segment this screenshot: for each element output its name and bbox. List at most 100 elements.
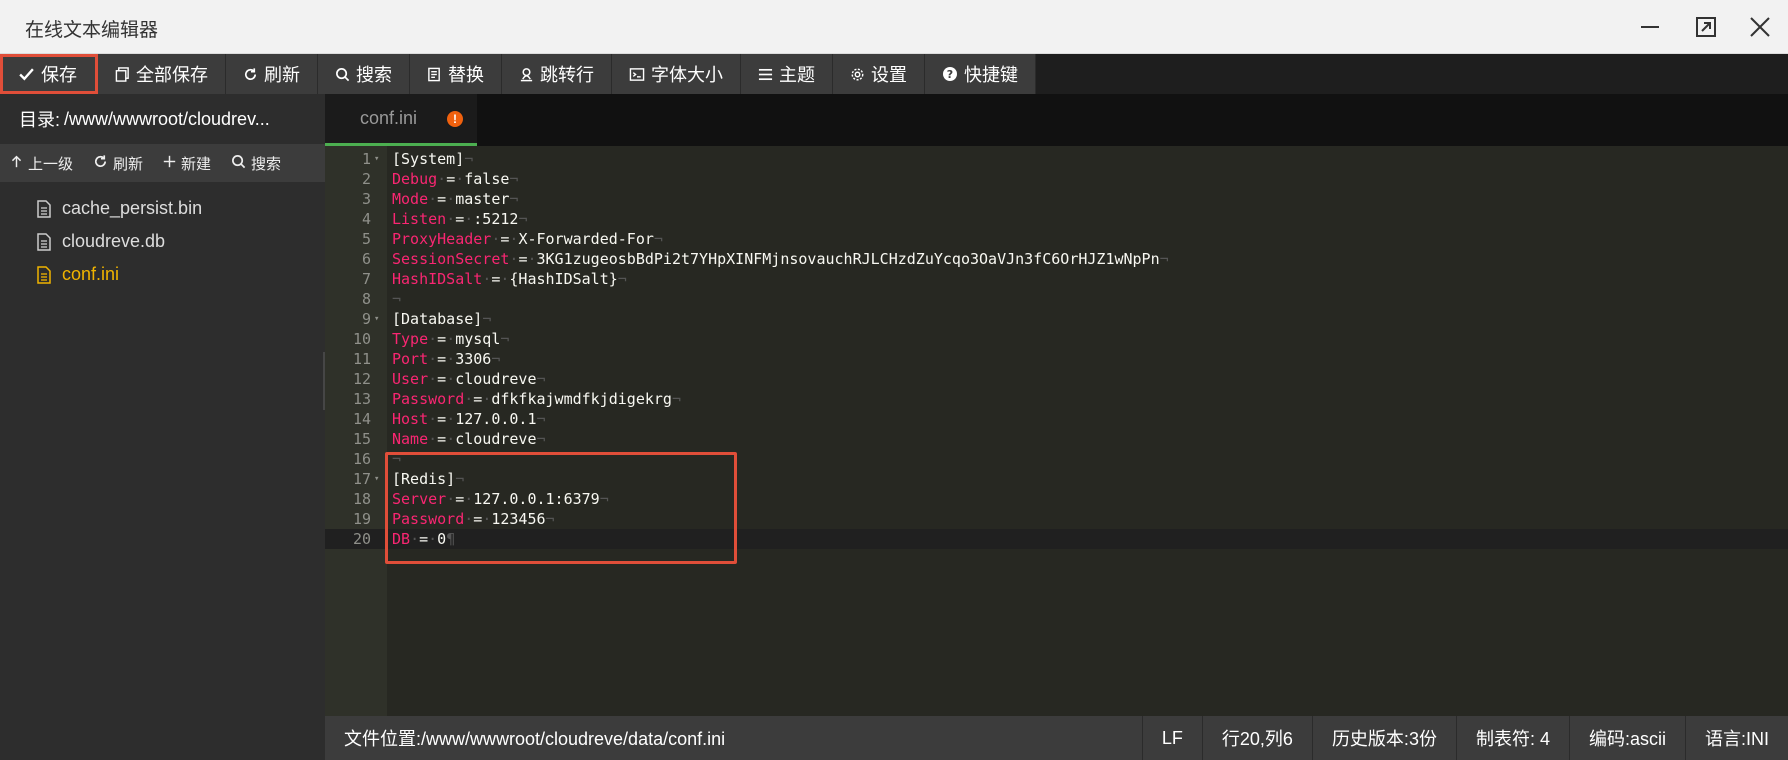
config-value: master [455, 190, 510, 208]
code-line[interactable]: 11 Port·=·3306¬ [325, 349, 1788, 369]
code-content[interactable]: 1 ▾ [System]¬ 2 Debug·=·false¬ 3 Mode·=·master… [325, 149, 1788, 549]
toolbar-label: 字体大小 [651, 65, 723, 85]
terminal-icon [629, 67, 645, 82]
code-line[interactable]: 12 User·=·cloudreve¬ [325, 369, 1788, 389]
file-item[interactable]: cloudreve.db [0, 225, 325, 258]
line-text: ¬ [392, 449, 401, 469]
eol-marker: ¬ [491, 350, 501, 368]
file-sidebar: 目录: /www/wwwroot/cloudrev... 上一级 刷新 新建 搜索 c… [0, 94, 325, 760]
eol-marker: ¬ [500, 330, 510, 348]
file-name: conf.ini [62, 264, 120, 284]
code-line[interactable]: 3 Mode·=·master¬ [325, 189, 1788, 209]
line-text: ProxyHeader·=·X-Forwarded-For¬ [392, 229, 663, 249]
code-line[interactable]: 9 ▾ [Database]¬ [325, 309, 1788, 329]
file-item[interactable]: cache_persist.bin [0, 192, 325, 225]
sidebar-action-2[interactable]: 新建 [153, 144, 221, 182]
config-key: User [392, 370, 429, 388]
arrow-up-icon [10, 155, 23, 172]
tab-size[interactable]: 制表符: 4 [1455, 716, 1569, 760]
line-ending[interactable]: LF [1141, 716, 1202, 760]
file-icon [36, 265, 52, 284]
sidebar-action-label: 搜索 [251, 155, 282, 173]
cursor-position[interactable]: 行20,列6 [1201, 716, 1312, 760]
file-item[interactable]: conf.ini [0, 258, 325, 291]
toolbar-label: 快捷键 [964, 65, 1018, 85]
directory-label: 目录: [19, 110, 61, 130]
maximize-button[interactable] [1691, 12, 1721, 42]
minimize-button[interactable] [1635, 12, 1665, 42]
code-line[interactable]: 20 DB·=·0¶ [325, 529, 1788, 549]
toolbar-button-9[interactable]: ? 快捷键 [925, 54, 1036, 94]
line-text: Server·=·127.0.0.1:6379¬ [392, 489, 609, 509]
file-name: cloudreve.db [62, 231, 166, 251]
config-value: :5212 [473, 210, 519, 228]
equals-sign: ·=· [428, 410, 456, 428]
history-versions[interactable]: 历史版本:3份 [1311, 716, 1456, 760]
line-text: User·=·cloudreve¬ [392, 369, 546, 389]
fold-toggle-icon[interactable]: ▾ [374, 469, 379, 489]
config-key: Listen [392, 210, 447, 228]
fold-toggle-icon[interactable]: ▾ [374, 149, 379, 169]
toolbar-button-2[interactable]: 刷新 [226, 54, 318, 94]
sidebar-action-1[interactable]: 刷新 [83, 144, 153, 182]
code-line[interactable]: 15 Name·=·cloudreve¬ [325, 429, 1788, 449]
equals-sign: ·=· [410, 530, 438, 548]
file-location: 文件位置:/www/wwwroot/cloudreve/data/conf.in… [344, 729, 726, 749]
code-line[interactable]: 17 ▾ [Redis]¬ [325, 469, 1788, 489]
code-line[interactable]: 7 HashIDSalt·=·{HashIDSalt}¬ [325, 269, 1788, 289]
code-line[interactable]: 16 ¬ [325, 449, 1788, 469]
search-icon [231, 154, 246, 173]
eol-marker: ¬ [482, 310, 492, 328]
sidebar-action-0[interactable]: 上一级 [0, 144, 83, 182]
code-line[interactable]: 10 Type·=·mysql¬ [325, 329, 1788, 349]
toolbar-button-5[interactable]: 跳转行 [502, 54, 612, 94]
code-line[interactable]: 13 Password·=·dfkfkajwmdfkjdigekrg¬ [325, 389, 1788, 409]
code-editor[interactable]: 1 ▾ [System]¬ 2 Debug·=·false¬ 3 Mode·=·master… [325, 146, 1788, 716]
toolbar-label: 跳转行 [540, 65, 594, 85]
config-key: ProxyHeader [392, 230, 492, 248]
line-text: [System]¬ [392, 149, 473, 169]
config-key: Host [392, 410, 429, 428]
line-number: 8 [361, 290, 371, 308]
code-line[interactable]: 2 Debug·=·false¬ [325, 169, 1788, 189]
equals-sign: ·=· [446, 210, 474, 228]
fold-toggle-icon[interactable]: ▾ [374, 309, 379, 329]
code-line[interactable]: 18 Server·=·127.0.0.1:6379¬ [325, 489, 1788, 509]
toolbar-button-1[interactable]: 全部保存 [98, 54, 226, 94]
code-line[interactable]: 4 Listen·=·:5212¬ [325, 209, 1788, 229]
config-key: HashIDSalt [392, 270, 483, 288]
code-line[interactable]: 5 ProxyHeader·=·X-Forwarded-For¬ [325, 229, 1788, 249]
code-line[interactable]: 8 ¬ [325, 289, 1788, 309]
toolbar-button-6[interactable]: 字体大小 [612, 54, 741, 94]
line-text: SessionSecret·=·3KG1zugeosbBdPi2t7YHpXIN… [392, 249, 1169, 269]
language[interactable]: 语言:INI [1684, 716, 1788, 760]
encoding[interactable]: 编码:ascii [1568, 716, 1685, 760]
sidebar-action-3[interactable]: 搜索 [221, 144, 291, 182]
copy-icon [115, 66, 130, 82]
check-icon [18, 66, 35, 83]
line-number: 15 [352, 430, 371, 448]
close-button[interactable] [1745, 12, 1775, 42]
toolbar-button-8[interactable]: 设置 [833, 54, 925, 94]
toolbar-button-3[interactable]: 搜索 [318, 54, 410, 94]
eol-marker: ¬ [509, 190, 519, 208]
toolbar-button-7[interactable]: 主题 [741, 54, 833, 94]
line-text: Host·=·127.0.0.1¬ [392, 409, 546, 429]
line-text: HashIDSalt·=·{HashIDSalt}¬ [392, 269, 627, 289]
code-line[interactable]: 1 ▾ [System]¬ [325, 149, 1788, 169]
tab-conf-ini[interactable]: conf.ini ! [325, 94, 477, 146]
config-value: 3306 [455, 350, 492, 368]
line-number: 12 [352, 370, 371, 388]
line-text: Password·=·dfkfkajwmdfkjdigekrg¬ [392, 389, 681, 409]
close-icon [1750, 17, 1770, 37]
toolbar-label: 保存 [41, 65, 77, 85]
toolbar-button-4[interactable]: 替换 [410, 54, 502, 94]
config-key: Type [392, 330, 429, 348]
code-line[interactable]: 19 Password·=·123456¬ [325, 509, 1788, 529]
toolbar-button-0[interactable]: 保存 [0, 54, 98, 94]
code-line[interactable]: 14 Host·=·127.0.0.1¬ [325, 409, 1788, 429]
eol-marker: ¶ [446, 530, 456, 548]
eol-marker: ¬ [653, 230, 663, 248]
code-line[interactable]: 6 SessionSecret·=·3KG1zugeosbBdPi2t7YHpXI… [325, 249, 1788, 269]
sidebar-action-label: 新建 [181, 155, 212, 173]
